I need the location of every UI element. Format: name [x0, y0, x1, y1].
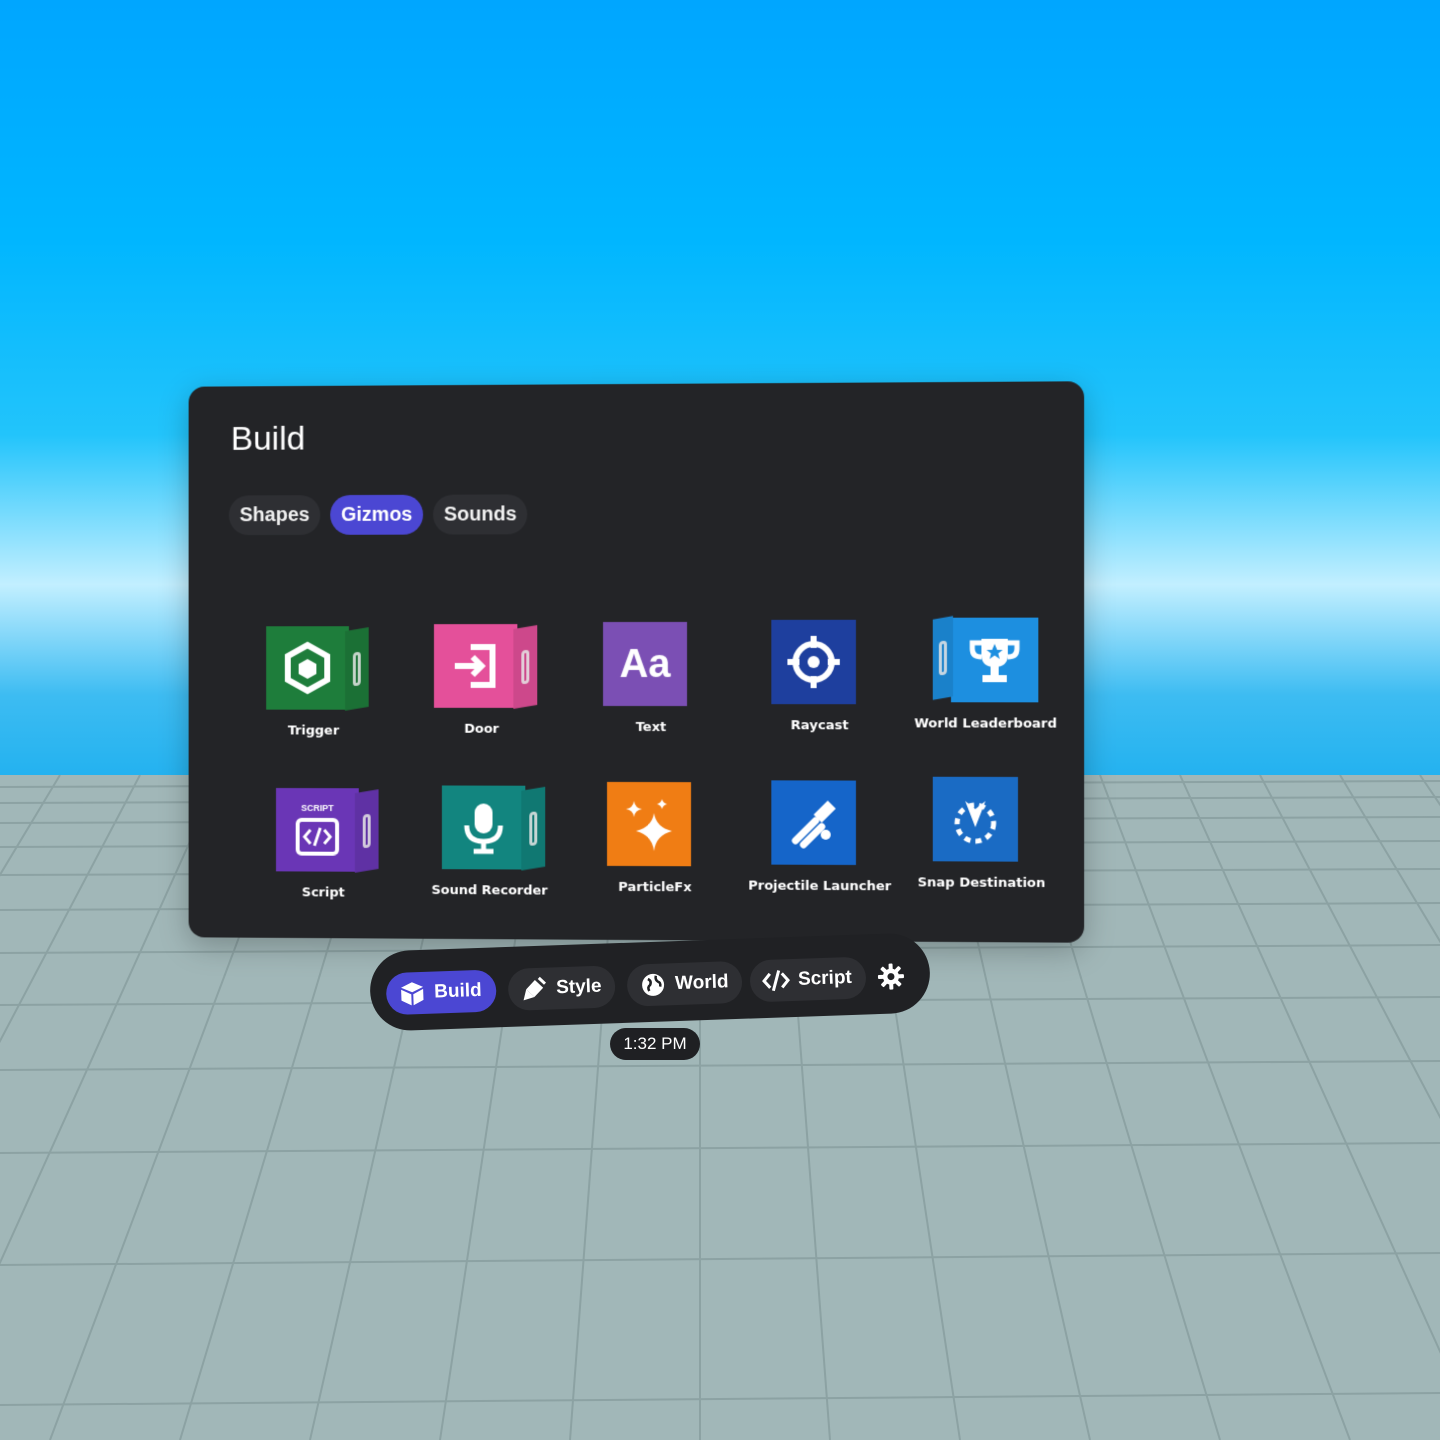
trophy-icon: [951, 617, 1039, 703]
launcher-icon: [771, 780, 856, 865]
door-icon: [433, 624, 518, 708]
trigger-icon: [266, 626, 349, 710]
leaderboard-cube: [932, 615, 1039, 703]
globe-icon: [639, 970, 668, 999]
gizmo-label: World Leaderboard: [914, 716, 1057, 732]
code-icon: SCRIPT: [276, 788, 359, 872]
door-cube: [433, 624, 538, 709]
brush-icon: [520, 975, 549, 1004]
gizmo-label: Door: [464, 721, 499, 737]
gear-icon: [876, 962, 905, 991]
gizmo-text[interactable]: Aa Text: [576, 621, 726, 736]
microphone-icon: [441, 785, 526, 870]
gizmo-label: Projectile Launcher: [748, 878, 892, 895]
crosshair-icon: [771, 619, 856, 705]
snap-destination-icon: [932, 776, 1018, 862]
gizmo-label: Raycast: [790, 718, 849, 734]
gizmo-snap-destination[interactable]: Snap Destination: [905, 776, 1057, 892]
gizmo-label: ParticleFx: [618, 879, 692, 896]
gizmo-trigger[interactable]: Trigger: [240, 626, 388, 739]
toolbar-build-button[interactable]: Build: [385, 969, 497, 1016]
toolbar-build-label: Build: [433, 979, 483, 1003]
code-icon: [762, 966, 791, 995]
gizmo-particlefx[interactable]: ParticleFx: [580, 781, 730, 896]
tab-shapes[interactable]: Shapes: [228, 495, 321, 536]
sound-recorder-cube: [441, 785, 546, 871]
toolbar-style-label: Style: [555, 975, 602, 999]
raycast-cube: [771, 619, 868, 705]
settings-button[interactable]: [869, 955, 912, 998]
tab-gizmos[interactable]: Gizmos: [330, 494, 424, 535]
gizmo-label: Snap Destination: [917, 875, 1046, 892]
gizmo-raycast[interactable]: Raycast: [744, 619, 895, 734]
particlefx-cube: [607, 781, 703, 867]
projectile-launcher-cube: [771, 780, 868, 865]
toolbar-script-label: Script: [797, 966, 853, 990]
toolbar-script-button[interactable]: Script: [749, 956, 867, 1003]
toolbar-style-button[interactable]: Style: [507, 965, 617, 1011]
text-cube: Aa: [603, 621, 699, 707]
gizmo-projectile-launcher[interactable]: Projectile Launcher: [744, 780, 895, 894]
sparkle-icon: [607, 781, 692, 867]
panel-title: Build: [230, 419, 306, 458]
gizmo-world-leaderboard[interactable]: World Leaderboard: [910, 615, 1062, 732]
gizmo-label: Trigger: [287, 723, 340, 739]
script-cube: SCRIPT: [276, 788, 379, 873]
cube-icon: [398, 979, 427, 1008]
snap-destination-cube: [932, 776, 1030, 862]
toolbar-world-label: World: [674, 971, 729, 995]
toolbar-world-button[interactable]: World: [626, 960, 744, 1007]
trigger-cube: [266, 626, 369, 711]
text-icon: Aa: [603, 621, 688, 707]
gizmo-label: Text: [635, 720, 667, 736]
build-panel: Build Shapes Gizmos Sounds Trigger Door …: [188, 381, 1085, 943]
gizmo-door[interactable]: Door: [407, 624, 556, 737]
gizmo-label: Script: [301, 885, 345, 901]
gizmo-label: Sound Recorder: [431, 883, 548, 899]
gizmo-sound-recorder[interactable]: Sound Recorder: [415, 785, 564, 899]
clock-display: 1:32 PM: [610, 1028, 700, 1060]
script-caption: SCRIPT: [301, 802, 334, 814]
tab-sounds[interactable]: Sounds: [432, 494, 528, 535]
gizmo-script[interactable]: SCRIPT Script: [249, 788, 397, 901]
